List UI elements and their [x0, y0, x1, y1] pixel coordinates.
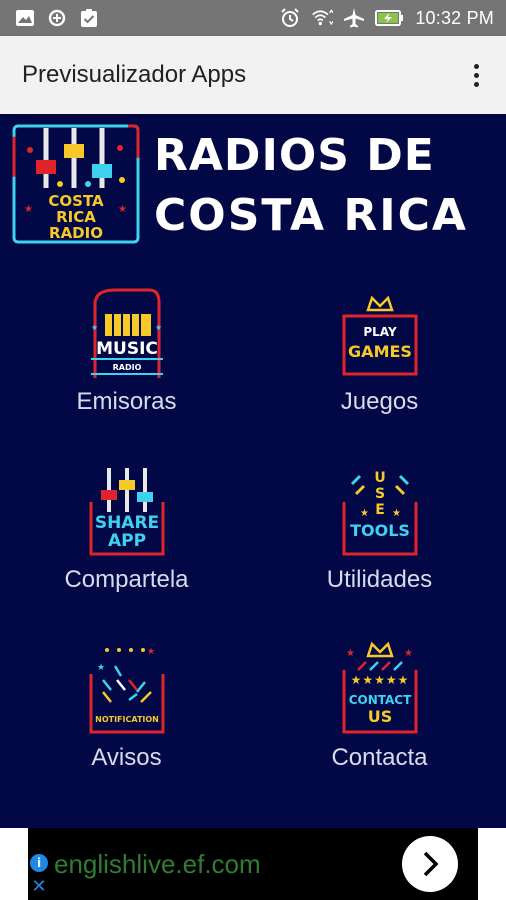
- contact-us-icon-subtext: US: [367, 707, 392, 726]
- use-tools-icon-subtext: TOOLS: [350, 521, 410, 540]
- logo-text-radio: RADIO: [49, 224, 103, 242]
- menu-item-compartela[interactable]: SHARE APP Compartela: [0, 462, 253, 622]
- svg-text:★: ★: [91, 323, 98, 332]
- info-icon[interactable]: i: [30, 854, 48, 872]
- play-games-icon: PLAY GAMES: [342, 295, 417, 376]
- contact-us-icon-text: CONTACT: [348, 693, 411, 707]
- svg-text:E: E: [375, 502, 385, 518]
- app-title: Previsualizador Apps: [22, 61, 247, 88]
- music-radio-icon: ★ ★ MUSIC RADIO: [90, 288, 163, 378]
- music-radio-icon-subtext: RADIO: [112, 363, 141, 372]
- use-tools-icon: U S E ★ ★ TOOLS: [342, 470, 417, 556]
- svg-text:S: S: [374, 486, 384, 502]
- svg-text:★: ★: [97, 663, 105, 673]
- svg-text:★★★★★: ★★★★★: [350, 673, 409, 687]
- data-saver-icon: [46, 7, 68, 29]
- alarm-icon: [279, 7, 301, 29]
- app-bar: Previsualizador Apps: [0, 36, 506, 114]
- contact-us-icon: ★ ★ ★★★★★ CONTACT US: [342, 641, 417, 734]
- menu-label-emisoras: Emisoras: [76, 388, 177, 415]
- menu-label-avisos: Avisos: [91, 744, 162, 771]
- ad-banner[interactable]: englishlive.ef.com i ✕: [0, 828, 506, 900]
- airplane-icon: [343, 7, 365, 29]
- svg-text:U: U: [374, 470, 385, 486]
- menu-item-juegos[interactable]: PLAY GAMES Juegos: [253, 284, 506, 444]
- svg-text:★: ★: [346, 648, 355, 659]
- svg-text:★: ★: [147, 647, 155, 657]
- status-icons-right: 10:32 PM: [279, 7, 494, 29]
- main-content: ★ ★ COSTA RICA RADIO RADIOS DE COSTA RIC…: [0, 114, 506, 828]
- menu-label-juegos: Juegos: [340, 388, 419, 415]
- more-vert-icon[interactable]: [464, 60, 488, 90]
- banner-title-line2: COSTA RICA: [154, 190, 468, 241]
- status-time: 10:32 PM: [415, 7, 494, 28]
- close-icon[interactable]: ✕: [30, 878, 48, 896]
- share-app-icon-subtext: APP: [107, 531, 145, 551]
- svg-text:★: ★: [404, 648, 413, 659]
- svg-text:★: ★: [118, 204, 127, 215]
- menu-item-utilidades[interactable]: U S E ★ ★ TOOLS Utilidades: [253, 462, 506, 622]
- play-games-icon-text: PLAY: [363, 325, 397, 339]
- play-games-icon-subtext: GAMES: [348, 342, 412, 361]
- menu-item-avisos[interactable]: ★ ★ NOTIFICATION Avisos: [0, 640, 253, 800]
- svg-text:★: ★: [155, 323, 162, 332]
- ad-content[interactable]: englishlive.ef.com: [28, 828, 478, 900]
- menu-label-utilidades: Utilidades: [326, 566, 433, 593]
- svg-text:★: ★: [24, 204, 33, 215]
- costa-rica-radio-logo: ★ ★ COSTA RICA RADIO: [12, 124, 140, 244]
- status-icons-left: [14, 7, 100, 29]
- share-app-icon: SHARE APP: [89, 468, 164, 556]
- status-bar: 10:32 PM: [0, 0, 506, 36]
- banner: ★ ★ COSTA RICA RADIO RADIOS DE COSTA RIC…: [0, 114, 506, 254]
- notification-icon: ★ ★ NOTIFICATION: [89, 647, 164, 734]
- ad-text[interactable]: englishlive.ef.com: [54, 849, 261, 880]
- menu-item-contacta[interactable]: ★ ★ ★★★★★ CONTACT US Contacta: [253, 640, 506, 800]
- banner-title-line1: RADIOS DE: [154, 130, 435, 181]
- menu-label-compartela: Compartela: [64, 566, 189, 593]
- battery-charging-icon: [375, 7, 405, 29]
- clipboard-check-icon: [78, 7, 100, 29]
- notification-icon-text: NOTIFICATION: [95, 715, 159, 724]
- image-icon: [14, 7, 36, 29]
- menu-label-contacta: Contacta: [331, 744, 428, 771]
- svg-text:★: ★: [360, 508, 369, 519]
- share-app-icon-text: SHARE: [94, 513, 158, 533]
- wifi-icon: [311, 7, 334, 29]
- banner-title: RADIOS DE COSTA RICA: [154, 128, 468, 244]
- chevron-right-icon[interactable]: [402, 836, 458, 892]
- svg-text:★: ★: [392, 508, 401, 519]
- menu-item-emisoras[interactable]: ★ ★ MUSIC RADIO Emisoras: [0, 284, 253, 444]
- music-radio-icon-text: MUSIC: [96, 339, 158, 359]
